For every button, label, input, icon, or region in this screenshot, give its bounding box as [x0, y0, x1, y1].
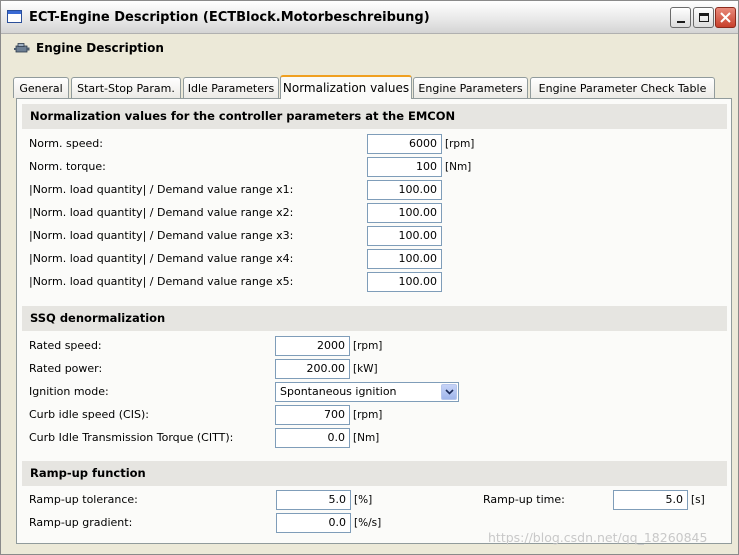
app-window: ECT-Engine Description (ECTBlock.Motorbe…: [0, 0, 739, 555]
engine-icon: [14, 43, 30, 53]
section-heading-normalization: Normalization values for the controller …: [22, 104, 727, 129]
field-curb-idle-transmission-torque[interactable]: 0.0: [275, 428, 350, 448]
label-ignition-mode: Ignition mode:: [29, 385, 109, 398]
unit-curb-idle-speed: [rpm]: [353, 409, 383, 421]
unit-rated-power: [kW]: [353, 363, 378, 375]
ignition-mode-value: Spontaneous ignition: [280, 385, 397, 398]
unit-ramp-up-time: [s]: [691, 494, 705, 506]
label-norm-speed: Norm. speed:: [29, 137, 103, 150]
maximize-button[interactable]: [693, 7, 714, 28]
label-norm-torque: Norm. torque:: [29, 160, 106, 173]
label-rated-speed: Rated speed:: [29, 339, 102, 352]
unit-curb-idle-transmission-torque: [Nm]: [353, 432, 380, 444]
ignition-mode-select[interactable]: Spontaneous ignition: [275, 382, 459, 402]
field-demand-range-x2[interactable]: 100.00: [367, 203, 442, 223]
tab-general[interactable]: General: [13, 77, 69, 98]
unit-rated-speed: [rpm]: [353, 340, 383, 352]
field-rated-power[interactable]: 200.00: [275, 359, 350, 379]
label-curb-idle-transmission-torque: Curb Idle Transmission Torque (CITT):: [29, 431, 234, 444]
tab-idle-parameters[interactable]: Idle Parameters: [183, 77, 279, 98]
tab-engine-parameter-check-table[interactable]: Engine Parameter Check Table: [530, 77, 715, 98]
unit-norm-speed: [rpm]: [445, 138, 475, 150]
field-demand-range-x3[interactable]: 100.00: [367, 226, 442, 246]
field-norm-torque[interactable]: 100: [367, 157, 442, 177]
unit-ramp-up-tolerance: [%]: [354, 494, 373, 506]
field-ramp-up-gradient[interactable]: 0.0: [276, 513, 351, 533]
close-button[interactable]: [715, 7, 736, 28]
field-rated-speed[interactable]: 2000: [275, 336, 350, 356]
minimize-icon: [676, 20, 685, 23]
close-icon: [720, 12, 731, 23]
label-demand-range-x3: |Norm. load quantity| / Demand value ran…: [29, 229, 294, 242]
section-heading-ramp-up: Ramp-up function: [22, 461, 727, 486]
watermark-text: https://blog.csdn.net/qq_18260845: [488, 530, 708, 545]
label-rated-power: Rated power:: [29, 362, 103, 375]
field-ramp-up-time[interactable]: 5.0: [613, 490, 688, 510]
unit-ramp-up-gradient: [%/s]: [354, 517, 382, 529]
tab-bar: General Start-Stop Param. Idle Parameter…: [13, 75, 733, 99]
tab-start-stop-param[interactable]: Start-Stop Param.: [71, 77, 181, 98]
label-ramp-up-tolerance: Ramp-up tolerance:: [29, 493, 138, 506]
field-ramp-up-tolerance[interactable]: 5.0: [276, 490, 351, 510]
field-curb-idle-speed[interactable]: 700: [275, 405, 350, 425]
chevron-down-icon: [444, 389, 454, 395]
dialog-title: Engine Description: [36, 41, 164, 55]
dropdown-button[interactable]: [441, 384, 457, 400]
label-demand-range-x4: |Norm. load quantity| / Demand value ran…: [29, 252, 294, 265]
label-ramp-up-time: Ramp-up time:: [483, 493, 565, 506]
window-title: ECT-Engine Description (ECTBlock.Motorbe…: [29, 10, 430, 25]
tab-panel-normalization: Normalization values for the controller …: [16, 98, 732, 544]
minimize-button[interactable]: [670, 7, 691, 28]
field-demand-range-x5[interactable]: 100.00: [367, 272, 442, 292]
label-demand-range-x2: |Norm. load quantity| / Demand value ran…: [29, 206, 294, 219]
tab-engine-parameters[interactable]: Engine Parameters: [413, 77, 528, 98]
window-icon: [7, 10, 22, 23]
unit-norm-torque: [Nm]: [445, 161, 472, 173]
tab-normalization-values[interactable]: Normalization values: [280, 75, 412, 99]
maximize-icon: [698, 13, 709, 22]
field-demand-range-x1[interactable]: 100.00: [367, 180, 442, 200]
dialog-header: Engine Description: [1, 35, 738, 63]
field-norm-speed[interactable]: 6000: [367, 134, 442, 154]
label-demand-range-x1: |Norm. load quantity| / Demand value ran…: [29, 183, 294, 196]
label-ramp-up-gradient: Ramp-up gradient:: [29, 516, 133, 529]
label-demand-range-x5: |Norm. load quantity| / Demand value ran…: [29, 275, 294, 288]
title-bar[interactable]: ECT-Engine Description (ECTBlock.Motorbe…: [1, 1, 738, 34]
section-heading-ssq: SSQ denormalization: [22, 306, 727, 331]
field-demand-range-x4[interactable]: 100.00: [367, 249, 442, 269]
label-curb-idle-speed: Curb idle speed (CIS):: [29, 408, 149, 421]
